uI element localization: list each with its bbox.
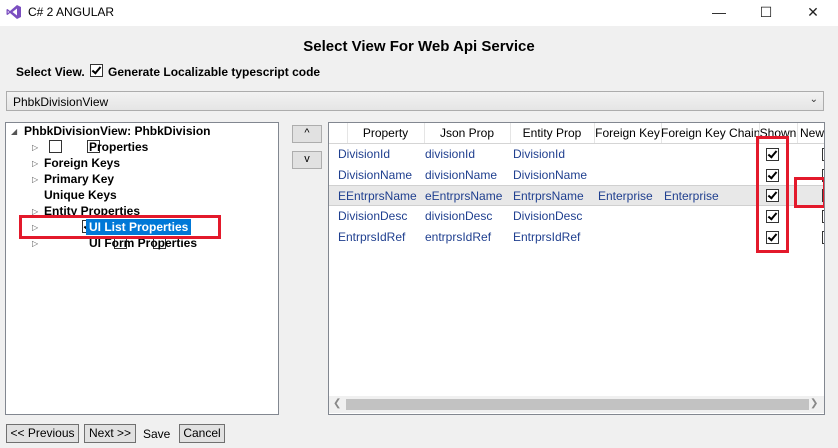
table-row-selected[interactable]: EEntrprsName eEntrprsName EntrprsName En… [329, 185, 824, 206]
move-up-button[interactable]: ^ [292, 125, 322, 143]
cell-json-prop[interactable]: divisionId [425, 147, 475, 161]
expand-arrow-icon[interactable]: ▷ [32, 175, 38, 184]
cancel-button[interactable]: Cancel [179, 424, 225, 443]
table-row[interactable]: EntrprsIdRef entrprsIdRef EntrprsIdRef [329, 227, 824, 248]
cell-json-prop[interactable]: divisionDesc [425, 209, 492, 223]
row-header-cell [329, 123, 348, 143]
cell-json-prop[interactable]: divisionName [425, 168, 497, 182]
maximize-button[interactable]: ☐ [743, 0, 789, 26]
minimize-button[interactable]: — [696, 0, 742, 26]
close-button[interactable]: ✕ [790, 0, 836, 26]
column-header-entity-prop[interactable]: Entity Prop [510, 123, 595, 143]
column-header-foreign-key[interactable]: Foreign Key [594, 123, 662, 143]
cell-property[interactable]: DivisionName [338, 168, 412, 182]
new-checkbox[interactable] [822, 148, 824, 161]
table-row[interactable]: DivisionId divisionId DivisionId [329, 144, 824, 165]
scroll-right-icon[interactable]: ❯ [810, 398, 818, 409]
view-select-value: PhbkDivisionView [13, 95, 109, 109]
column-header-json-prop[interactable]: Json Prop [424, 123, 511, 143]
title-bar: C# 2 ANGULAR — ☐ ✕ [0, 0, 838, 26]
scroll-left-icon[interactable]: ❮ [333, 398, 341, 409]
cell-property[interactable]: DivisionId [338, 147, 390, 161]
cell-property[interactable]: EEntrprsName [338, 189, 417, 203]
column-header-property[interactable]: Property [347, 123, 425, 143]
cell-entity-prop[interactable]: DivisionDesc [513, 209, 582, 223]
cell-json-prop[interactable]: entrprsIdRef [425, 230, 491, 244]
tree-view[interactable]: ◢ PhbkDivisionView: PhbkDivision ▷ Prope… [5, 122, 279, 415]
tree-item-properties[interactable]: Properties [89, 139, 148, 155]
move-down-button[interactable]: v [292, 151, 322, 169]
expand-arrow-icon[interactable]: ▷ [32, 143, 38, 152]
cell-foreign-key-chain[interactable]: Enterprise [664, 189, 719, 203]
column-header-foreign-key-chain[interactable]: Foreign Key Chain [661, 123, 760, 143]
new-checkbox[interactable] [822, 210, 824, 223]
new-checkbox[interactable] [822, 231, 824, 244]
expand-arrow-icon[interactable]: ▷ [32, 159, 38, 168]
table-row[interactable]: DivisionName divisionName DivisionName [329, 165, 824, 186]
properties-grid[interactable]: Property Json Prop Entity Prop Foreign K… [328, 122, 825, 415]
grid-header: Property Json Prop Entity Prop Foreign K… [329, 123, 824, 144]
save-button[interactable]: Save [143, 427, 170, 441]
cell-entity-prop[interactable]: EntrprsName [513, 189, 584, 203]
expand-arrow-icon[interactable]: ▷ [32, 239, 38, 248]
tree-item-foreign-keys[interactable]: Foreign Keys [44, 155, 120, 171]
horizontal-scrollbar[interactable]: ❮ ❯ [329, 396, 824, 413]
select-view-label: Select View. [16, 65, 85, 79]
view-select[interactable]: PhbkDivisionView ⌄ [6, 91, 824, 111]
cell-property[interactable]: DivisionDesc [338, 209, 407, 223]
cell-json-prop[interactable]: eEntrprsName [425, 189, 502, 203]
tree-root[interactable]: PhbkDivisionView: PhbkDivision [24, 123, 211, 139]
highlight-box [19, 215, 221, 239]
cell-foreign-key[interactable]: Enterprise [598, 189, 653, 203]
highlight-box [756, 136, 789, 253]
visual-studio-icon [6, 5, 21, 19]
column-header-new[interactable]: New [797, 123, 824, 143]
localize-checkbox[interactable] [90, 64, 103, 77]
tree-item-unique-keys[interactable]: Unique Keys [44, 187, 117, 203]
table-row[interactable]: DivisionDesc divisionDesc DivisionDesc [329, 206, 824, 227]
localize-label[interactable]: Generate Localizable typescript code [108, 65, 320, 79]
tree-item-primary-key[interactable]: Primary Key [44, 171, 114, 187]
collapse-arrow-icon[interactable]: ◢ [11, 127, 17, 136]
highlight-box [794, 177, 824, 208]
cell-entity-prop[interactable]: DivisionName [513, 168, 587, 182]
scrollbar-thumb[interactable] [346, 399, 809, 410]
previous-button[interactable]: << Previous [6, 424, 79, 443]
dialog-title: Select View For Web Api Service [303, 38, 535, 55]
cell-entity-prop[interactable]: EntrprsIdRef [513, 230, 580, 244]
window-title: C# 2 ANGULAR [28, 5, 115, 19]
cell-entity-prop[interactable]: DivisionId [513, 147, 565, 161]
next-button[interactable]: Next >> [84, 424, 136, 443]
cell-property[interactable]: EntrprsIdRef [338, 230, 405, 244]
chevron-down-icon[interactable]: ⌄ [810, 94, 818, 105]
tree-checkbox[interactable] [49, 140, 62, 153]
